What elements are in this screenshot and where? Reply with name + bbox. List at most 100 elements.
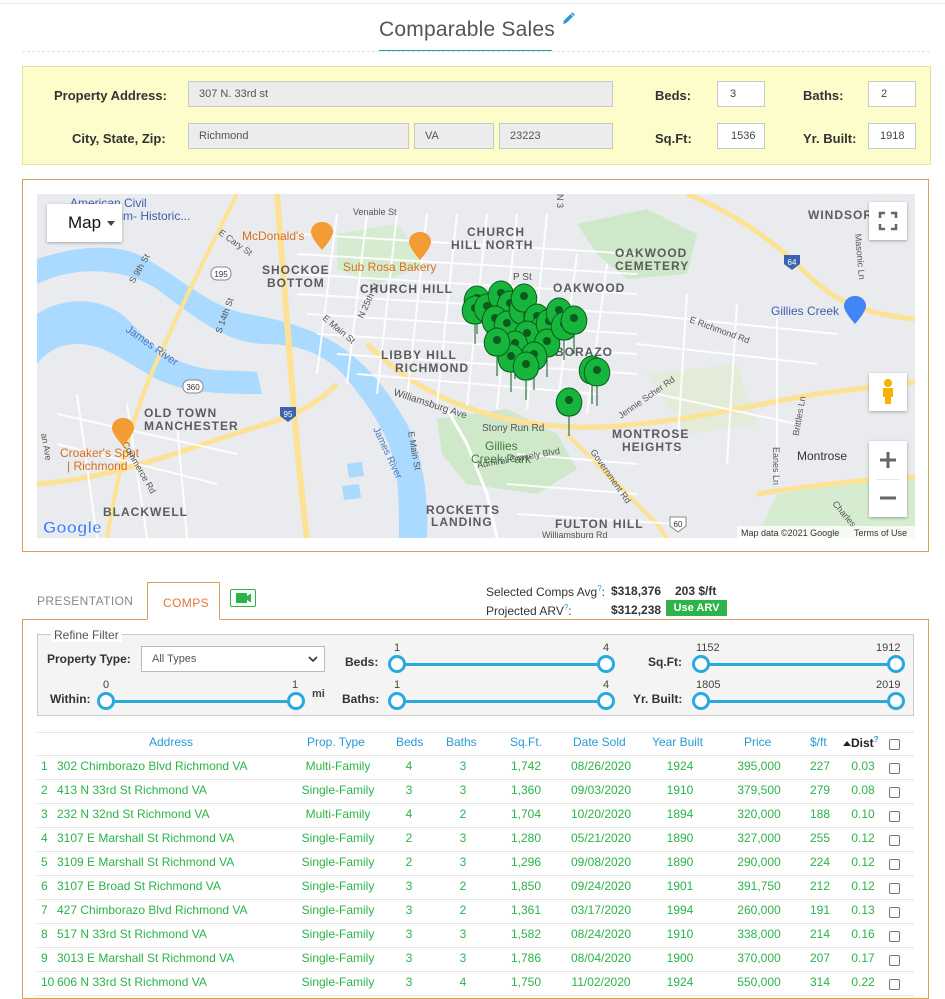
sqft-max-handle[interactable] (887, 655, 905, 673)
baths-slider[interactable] (397, 700, 606, 703)
city-field[interactable]: Richmond (188, 123, 409, 149)
cell-dist: 0.16 (851, 927, 875, 941)
cell-address[interactable]: 3109 E Marshall St Richmond VA (57, 855, 234, 869)
row-checkbox[interactable] (889, 859, 900, 870)
use-arv-button[interactable]: Use ARV (666, 600, 727, 616)
beds-field[interactable]: 3 (717, 81, 765, 107)
cell-address[interactable]: 427 Chimborazo Blvd Richmond VA (57, 903, 248, 917)
row-checkbox[interactable] (889, 883, 900, 894)
table-row (37, 947, 914, 948)
row-checkbox[interactable] (889, 787, 900, 798)
cell-address[interactable]: 232 N 32nd St Richmond VA (57, 807, 210, 821)
table-row (37, 875, 914, 876)
cell-address[interactable]: 413 N 33rd St Richmond VA (57, 783, 207, 797)
baths-min-handle[interactable] (388, 692, 406, 710)
pencil-icon[interactable] (560, 11, 576, 27)
map-shield-60: 60 (674, 520, 683, 529)
cell-n: 8 (41, 927, 48, 941)
tab-presentation[interactable]: PRESENTATION (37, 594, 133, 608)
beds-min-handle[interactable] (388, 655, 406, 673)
within-slider[interactable] (106, 700, 296, 703)
year-max-handle[interactable] (887, 692, 905, 710)
year-max: 2019 (876, 679, 901, 691)
sqft-field[interactable]: 1536 (717, 123, 765, 149)
beds-max-handle[interactable] (597, 655, 615, 673)
year-slider[interactable] (701, 700, 896, 703)
cell-n: 9 (41, 951, 48, 965)
header-bottom-border (37, 755, 914, 756)
state-field[interactable]: VA (414, 123, 494, 149)
zoom-in-button[interactable] (869, 441, 907, 479)
baths-max-handle[interactable] (597, 692, 615, 710)
zip-field[interactable]: 23223 (499, 123, 613, 149)
help-icon[interactable]: ? (564, 603, 568, 612)
row-checkbox[interactable] (889, 979, 900, 990)
col-psf[interactable]: $/ft (810, 735, 827, 749)
address-label: Property Address: (54, 88, 167, 103)
map-view[interactable]: American Civil Museum- Historic... Venab… (37, 194, 915, 538)
zoom-out-button[interactable] (869, 479, 907, 517)
help-icon[interactable]: ? (874, 735, 879, 744)
within-max: 1 (292, 679, 299, 691)
sqft-slider[interactable] (701, 663, 896, 666)
sqft-min-handle[interactable] (692, 655, 710, 673)
cell-address[interactable]: 302 Chimborazo Blvd Richmond VA (57, 759, 248, 773)
col-dist[interactable]: Dist? (843, 735, 879, 750)
row-checkbox[interactable] (889, 835, 900, 846)
col-year-built[interactable]: Year Built (652, 735, 703, 749)
map-label-croakers-2: | Richmond (67, 459, 127, 473)
map-label-church: CHURCH (467, 225, 525, 239)
col-sqft[interactable]: Sq.Ft. (510, 735, 542, 749)
select-all-checkbox[interactable] (889, 739, 900, 750)
cell-address[interactable]: 606 N 33rd St Richmond VA (57, 975, 207, 989)
pin-dot-icon (543, 337, 551, 345)
row-checkbox[interactable] (889, 931, 900, 942)
table-row (37, 851, 914, 852)
within-min-handle[interactable] (97, 692, 115, 710)
sqft-max: 1912 (876, 642, 901, 654)
tab-comps[interactable]: COMPS (147, 582, 220, 620)
row-checkbox[interactable] (889, 811, 900, 822)
row-checkbox[interactable] (889, 955, 900, 966)
row-checkbox[interactable] (889, 907, 900, 918)
pin-dot-icon (593, 366, 601, 374)
col-beds[interactable]: Beds (396, 735, 423, 749)
beds-slider[interactable] (397, 663, 606, 666)
help-icon[interactable]: ? (597, 584, 601, 593)
fullscreen-button[interactable] (869, 202, 907, 240)
baths-field[interactable]: 2 (868, 81, 916, 107)
year-min-handle[interactable] (692, 692, 710, 710)
cell-address[interactable]: 3107 E Marshall St Richmond VA (57, 831, 234, 845)
map-label-oakwood-cemetery-1: OAKWOOD (615, 246, 687, 260)
map-label-mcdonalds: McDonald's (242, 229, 304, 243)
pegman-icon (883, 379, 893, 404)
col-price[interactable]: Price (744, 735, 771, 749)
cell-n: 5 (41, 855, 48, 869)
video-button[interactable] (230, 589, 256, 607)
map-label-gillies-park-1: Gillies (485, 439, 518, 453)
cell-address[interactable]: 3013 E Marshall St Richmond VA (57, 951, 234, 965)
year-built-field[interactable]: 1918 (868, 123, 916, 149)
year-built-filter-label: Yr. Built: (633, 692, 683, 706)
map-label-oakwood: OAKWOOD (553, 281, 625, 295)
address-field[interactable]: 307 N. 33rd st (188, 81, 613, 107)
street-view-button[interactable] (869, 373, 907, 411)
comp-pin-marker[interactable] (512, 351, 540, 400)
map-label-windsor: WINDSOR (808, 208, 873, 222)
col-prop-type[interactable]: Prop. Type (307, 735, 365, 749)
map-type-button[interactable]: Map (47, 204, 122, 242)
map-canvas: American Civil Museum- Historic... Venab… (37, 194, 915, 538)
beds-max: 4 (603, 642, 610, 654)
property-type-select[interactable]: All Types (141, 646, 325, 672)
pin-dot-icon (570, 314, 578, 322)
pin-dot-icon (522, 360, 530, 368)
cell-address[interactable]: 3107 E Broad St Richmond VA (57, 879, 221, 893)
row-checkbox[interactable] (889, 763, 900, 774)
col-date-sold[interactable]: Date Sold (573, 735, 626, 749)
within-unit: mi (312, 688, 325, 700)
within-max-handle[interactable] (287, 692, 305, 710)
col-address[interactable]: Address (149, 735, 193, 749)
cell-address[interactable]: 517 N 33rd St Richmond VA (57, 927, 207, 941)
map-label-shockoe: SHOCKOE (262, 263, 330, 277)
col-baths[interactable]: Baths (446, 735, 477, 749)
